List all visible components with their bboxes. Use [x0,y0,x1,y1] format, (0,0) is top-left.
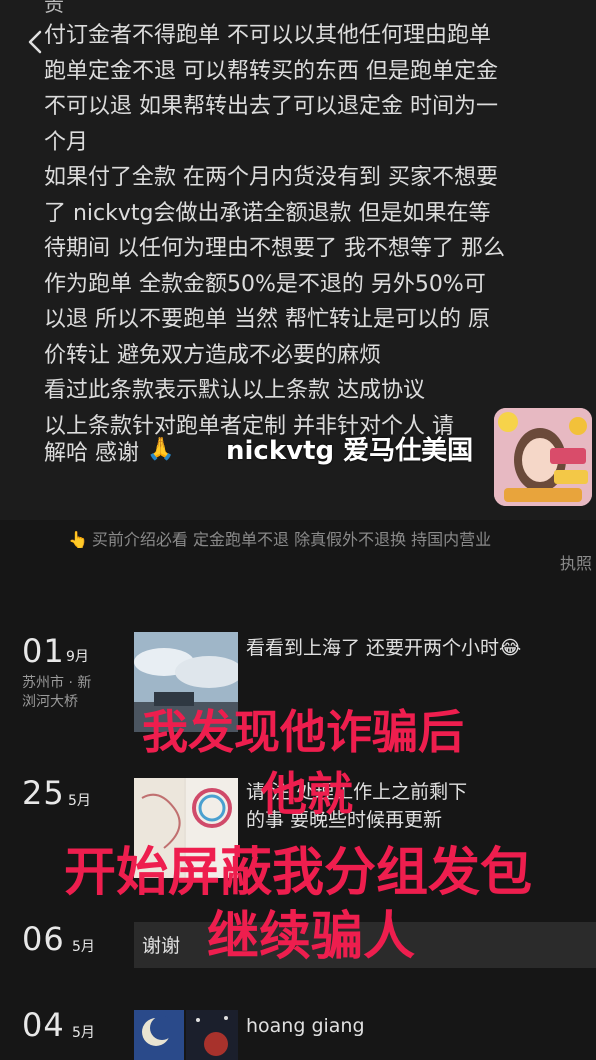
night-photo [186,1010,238,1060]
pray-icon: 🙏 [147,437,175,462]
policy-line: 作为跑单 全款金额50%是不退的 另外50%可 [44,271,486,297]
overlay-caption-line: 他就 [261,767,353,821]
purchase-notice: 👆 买前介绍必看 定金跑单不退 除真假外不退换 持国内营业 执照 [68,528,592,576]
location-line: 苏州市 · 新 [22,675,92,691]
policy-line: 以退 所以不要跑单 当然 帮忙转让是可以的 原 [44,307,490,332]
post-text: hoang giang [246,1015,365,1037]
post-day: 01 [22,632,65,670]
avatar-image [494,408,592,506]
policy-line: 了 nickvtg会做出承诺全额退款 但是如果在等 [44,200,491,226]
policy-line: 看过此条款表示默认以上条款 达成协议 [44,378,425,403]
back-chevron-icon[interactable] [24,28,46,56]
post-text: 看看到上海了 还要开两个小时😂 [246,637,522,659]
thanks-text: 解哈 感谢 [44,441,139,466]
post-photo[interactable] [134,1010,184,1060]
notice-line: 执照 [559,554,592,573]
moon-photo [134,1010,184,1060]
post-day: 04 [22,1006,65,1044]
policy-line: 付订金者不得跑单 不可以以其他任何理由跑单 [44,23,491,48]
post-photo[interactable] [186,1010,238,1060]
notice-line: 买前介绍必看 定金跑单不退 除真假外不退换 持国内营业 [91,530,492,549]
policy-line: 不可以退 如果帮转出去了可以退定金 时间为一 [44,94,498,119]
post-month: 5月 [72,1025,95,1041]
policy-line: 个月 [44,129,89,155]
policy-line: 如果付了全款 在两个月内货没有到 买家不想要 [44,165,498,190]
overlay-caption-line: 继续骗人 [206,907,415,967]
policy-text: 付订金者不得跑单 不可以以其他任何理由跑单 跑单定金不退 可以帮转买的东西 但是… [44,18,564,444]
overlay-caption-line: 我发现他诈骗后 [142,705,464,759]
policy-line: 跑单定金不退 可以帮转买的东西 但是跑单定金 [44,58,498,84]
policy-line: 价转让 避免双方造成不必要的麻烦 [44,342,381,368]
policy-line: 待期间 以任何为理由不想要了 我不想等了 那么 [44,236,505,261]
seller-watermark: nickvtg 爱马仕美国 [226,436,474,466]
truncated-line: 责 [44,0,64,16]
timeline-post[interactable]: 04 5月 hoang giang [0,1006,596,1060]
pointing-up-icon: 👆 [68,530,88,549]
closing-line: 解哈 感谢 🙏 [44,434,175,468]
post-month: 9月 [66,649,89,665]
seller-avatar[interactable] [494,408,592,506]
